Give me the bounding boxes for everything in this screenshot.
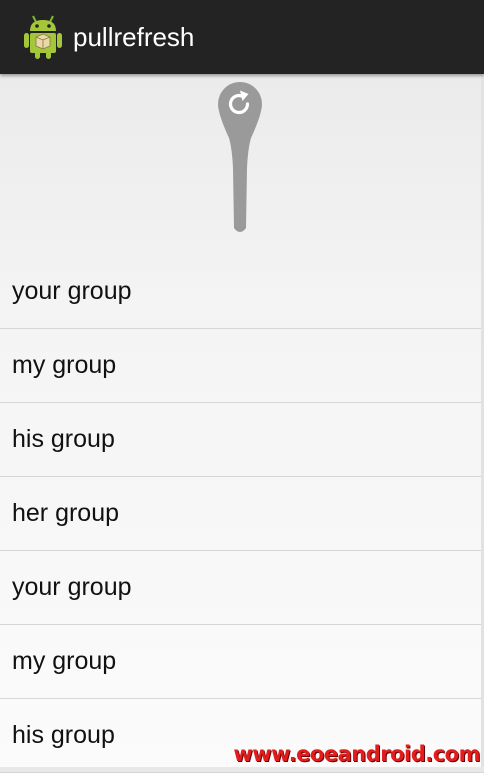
android-robot-icon[interactable] (22, 14, 64, 60)
list-item-label: your group (12, 277, 132, 305)
list-item[interactable]: his group (0, 403, 484, 477)
action-bar: pullrefresh (0, 0, 484, 74)
list-item-label: his group (12, 721, 115, 749)
list-item[interactable]: your group (0, 255, 484, 329)
list-item-label: your group (12, 573, 132, 601)
pull-to-refresh-indicator[interactable] (214, 80, 266, 235)
list-item-label: his group (12, 425, 115, 453)
list-item-label: her group (12, 499, 120, 527)
list-item[interactable]: my group (0, 625, 484, 699)
watermark: www.eoeandroid.com (233, 742, 480, 766)
pull-to-refresh-header (0, 74, 484, 255)
list-item[interactable]: my group (0, 329, 484, 403)
app-title: pullrefresh (73, 22, 195, 52)
list-item-label: my group (12, 647, 117, 675)
list-item-label: my group (12, 351, 117, 379)
list-item[interactable]: her group (0, 477, 484, 551)
group-list: your group my group his group her group … (0, 255, 484, 773)
list-item[interactable]: your group (0, 551, 484, 625)
